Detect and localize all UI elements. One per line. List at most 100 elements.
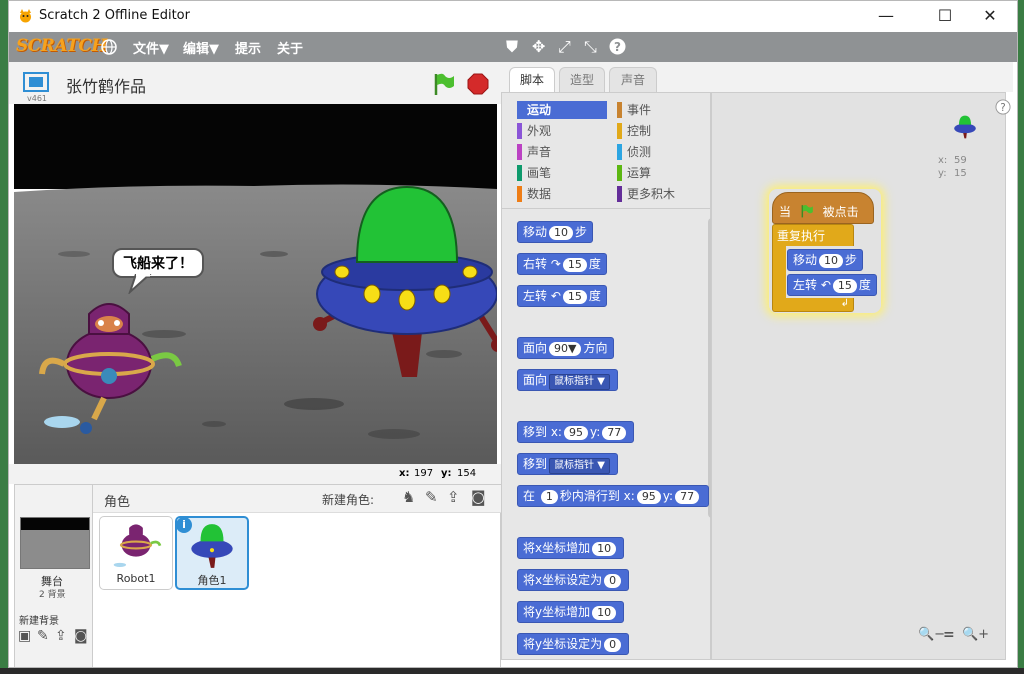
stage-canvas[interactable]: 飞船来了！ [14,104,497,464]
zoom-in-button[interactable]: 🔍+ [962,627,989,642]
category-label: 声音 [527,145,552,159]
ufo-sprite[interactable] [312,182,497,382]
version-label: v461 [27,94,48,103]
category-2[interactable]: 外观 [517,122,607,140]
block-point-direction[interactable]: 面向 90▼ 方向 [517,337,614,359]
zoom-out-button[interactable]: 🔍− [918,627,945,642]
svg-text:?: ? [614,40,621,54]
svg-text:?: ? [1000,102,1006,114]
category-9[interactable]: 更多积木 [617,185,707,203]
tab-scripts[interactable]: 脚本 [509,67,555,93]
sprite-library-icon[interactable]: ♞ [402,488,415,506]
sprite-thumb-robot1[interactable]: Robot1 [99,516,173,590]
mouse-y-value: 154 [457,468,477,479]
editor-tabs: 脚本 造型 声音 [501,62,1013,93]
maximize-button[interactable]: ☐ [922,1,968,32]
menu-tips[interactable]: 提示 [235,38,261,57]
category-0[interactable]: 运动 [517,101,607,119]
category-8[interactable]: 数据 [517,185,607,203]
category-color-swatch [617,165,622,181]
sprite-thumb-sprite1[interactable]: 角色1 i [175,516,249,590]
presentation-mode-icon[interactable] [23,72,49,92]
block-goto-xy[interactable]: 移到 x: 95 y: 77 [517,421,635,443]
stage-header: v461 张竹鹤作品 [9,62,504,104]
ufo-thumb-icon [191,524,233,568]
category-color-swatch [517,165,522,181]
menu-about[interactable]: 关于 [277,38,303,57]
block-point-towards[interactable]: 面向 鼠标指针 ▼ [517,369,618,391]
block-turn-right[interactable]: 右转 ↷ 15 度 [517,253,607,275]
block-glide[interactable]: 在 1 秒内滑行到 x: 95 y: 77 [517,485,709,507]
paint-sprite-icon[interactable]: ✎ [425,488,438,506]
category-color-swatch [517,144,522,160]
category-7[interactable]: 运算 [617,164,707,182]
sprite-x-value: 59 [954,155,967,166]
stage-coordinates: x: 197 y: 154 [9,464,504,484]
tips-help-icon[interactable]: ? [995,99,1011,115]
category-label: 控制 [627,124,652,138]
block-turn-left[interactable]: 左转 ↶ 15 度 [517,285,607,307]
block-change-y[interactable]: 将y坐标增加 10 [517,601,625,623]
title-bar: Scratch 2 Offline Editor — ☐ ✕ [9,1,1017,32]
sprite-header [93,485,501,513]
menu-file[interactable]: 文件▼ [133,38,169,57]
paint-backdrop-icon[interactable]: ✎ [37,628,49,644]
project-title[interactable]: 张竹鹤作品 [66,73,146,97]
block-move[interactable]: 移动 10 步 [517,221,594,243]
os-taskbar [0,668,1024,674]
category-6[interactable]: 画笔 [517,164,607,182]
block-change-x[interactable]: 将x坐标增加 10 [517,537,625,559]
shrink-tool-icon[interactable]: ⤡ [584,37,597,57]
backdrop-library-icon[interactable]: ▣ [18,628,31,644]
category-1[interactable]: 事件 [617,101,707,119]
window-title: Scratch 2 Offline Editor [39,8,190,23]
upload-sprite-icon[interactable]: ⇪ [447,488,460,506]
category-label: 运动 [527,103,552,117]
script-area[interactable]: x: 59 y: 15 当 被点击 重复执行 ↲ 移动 10 步 左转 ↶ 15 度 🔍… [711,92,1006,660]
globe-icon[interactable] [101,39,117,55]
grow-tool-icon[interactable]: ⤢ [558,37,571,57]
sprite-name: 角色1 [197,574,227,587]
block-set-y[interactable]: 将y坐标设定为 0 [517,633,630,655]
category-label: 更多积木 [627,187,676,201]
stage-backdrop-count: 2 背景 [39,590,66,600]
sprite-y-label: y: [938,168,947,179]
category-3[interactable]: 控制 [617,122,707,140]
category-5[interactable]: 侦测 [617,143,707,161]
zoom-reset-button[interactable]: = [943,627,955,643]
category-label: 事件 [627,103,652,117]
upload-backdrop-icon[interactable]: ⇪ [55,628,67,644]
category-4[interactable]: 声音 [517,143,607,161]
script-block-move[interactable]: 移动 10 步 [787,249,864,271]
scratch-logo[interactable]: SCRATCH [16,36,107,56]
block-set-x[interactable]: 将x坐标设定为 0 [517,569,630,591]
robot-thumb-icon [113,524,162,567]
category-label: 外观 [527,124,552,138]
help-icon[interactable]: ? [609,38,626,55]
category-label: 侦测 [627,145,652,159]
block-forever[interactable]: 重复执行 [772,224,854,246]
tab-sounds[interactable]: 声音 [609,67,657,93]
stamp-tool-icon[interactable]: ⛊ [506,37,518,57]
camera-sprite-icon[interactable]: ◙ [471,488,486,506]
category-label: 运算 [627,166,652,180]
block-goto[interactable]: 移到 鼠标指针 ▼ [517,453,618,475]
info-icon[interactable]: i [176,517,192,533]
minimize-button[interactable]: — [863,1,909,32]
stage-thumbnail[interactable] [20,517,90,569]
cut-tool-icon[interactable]: ✥ [532,37,545,56]
category-color-swatch [617,123,622,139]
mouse-x-value: 197 [414,468,434,479]
stop-sign-icon[interactable] [467,73,489,95]
robot-sprite[interactable] [34,294,184,434]
mouse-y-label: y: [441,468,452,479]
green-flag-icon [801,205,813,218]
close-button[interactable]: ✕ [967,1,1013,32]
tab-costumes[interactable]: 造型 [559,67,605,93]
camera-backdrop-icon[interactable]: ◙ [74,628,88,644]
script-block-turn-left[interactable]: 左转 ↶ 15 度 [787,274,877,296]
sprites-title: 角色 [104,495,131,510]
green-flag-icon[interactable] [433,72,455,96]
block-when-flag-clicked[interactable]: 当 被点击 [772,192,874,224]
menu-edit[interactable]: 编辑▼ [183,38,219,57]
